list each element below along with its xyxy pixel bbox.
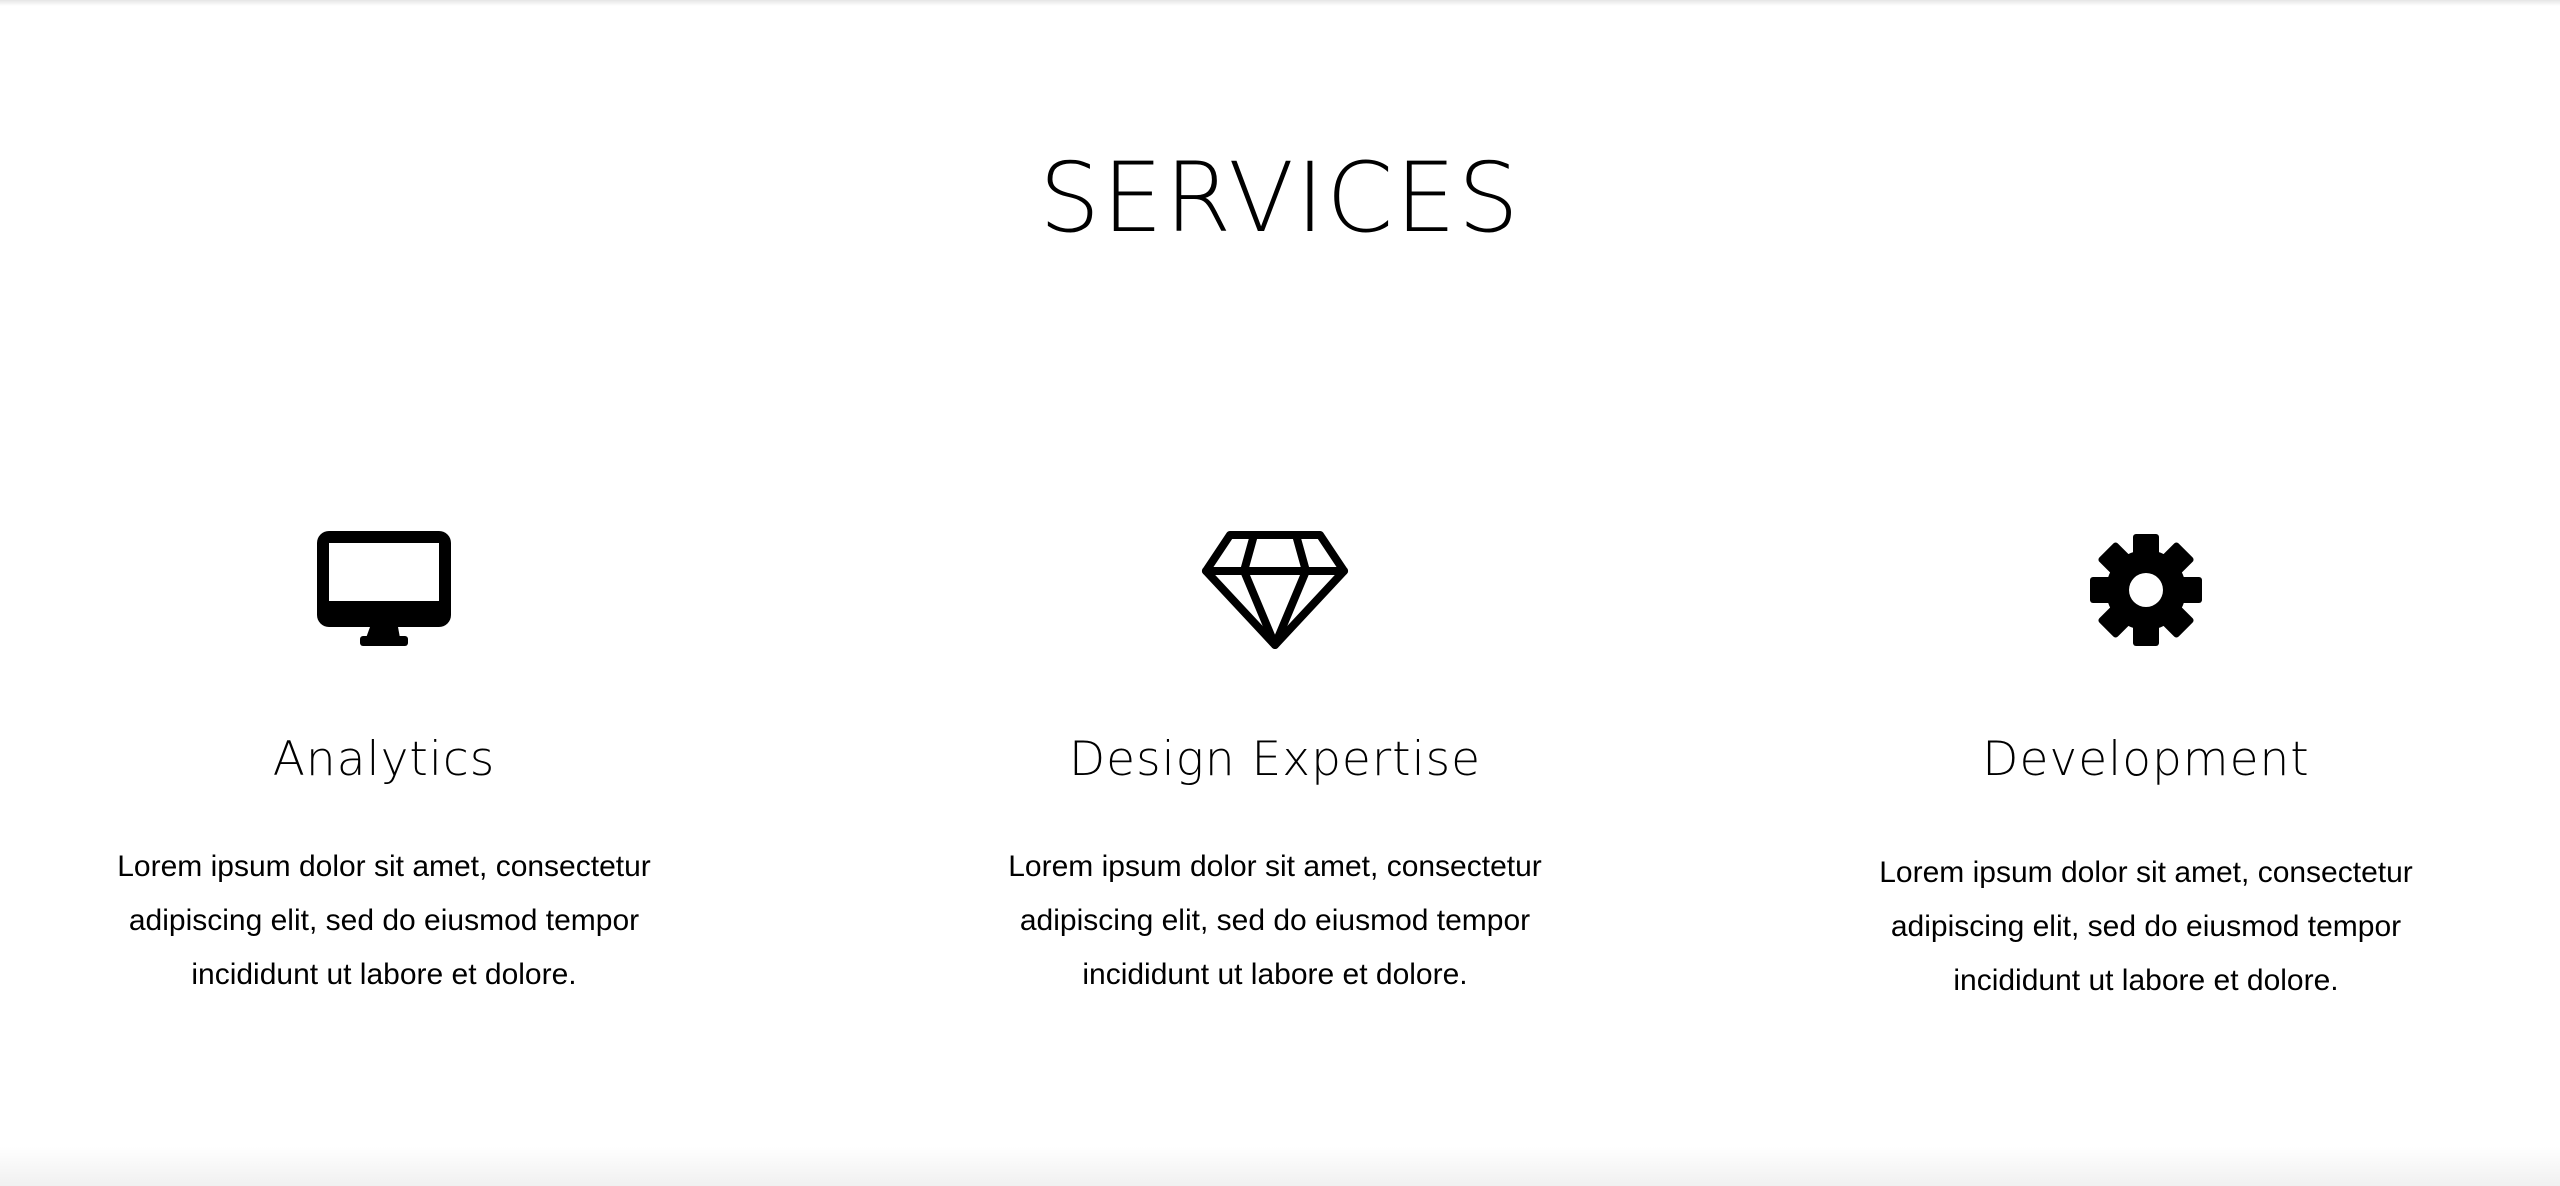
service-card-analytics: Analytics Lorem ipsum dolor sit amet, co… [64, 520, 704, 1002]
gear-icon [1826, 520, 2466, 660]
diamond-icon [955, 520, 1595, 660]
service-title: Analytics [272, 732, 496, 787]
service-title: Development [1982, 732, 2310, 787]
page: SERVICES Analytics Lorem ipsum dolor sit… [0, 0, 2560, 1186]
footer-shadow [0, 1146, 2560, 1186]
service-description: Lorem ipsum dolor sit amet, consectetur … [1008, 850, 1542, 991]
service-card-design-expertise: Design Expertise Lorem ipsum dolor sit a… [955, 520, 1595, 1002]
service-description: Lorem ipsum dolor sit amet, consectetur … [1879, 856, 2413, 997]
service-title: Design Expertise [1068, 732, 1482, 787]
service-card-development: Development Lorem ipsum dolor sit amet, … [1826, 520, 2466, 1008]
section-title: SERVICES [1039, 142, 1521, 254]
service-description: Lorem ipsum dolor sit amet, consectetur … [117, 850, 651, 991]
monitor-icon [64, 520, 704, 660]
header-shadow [0, 0, 2560, 6]
